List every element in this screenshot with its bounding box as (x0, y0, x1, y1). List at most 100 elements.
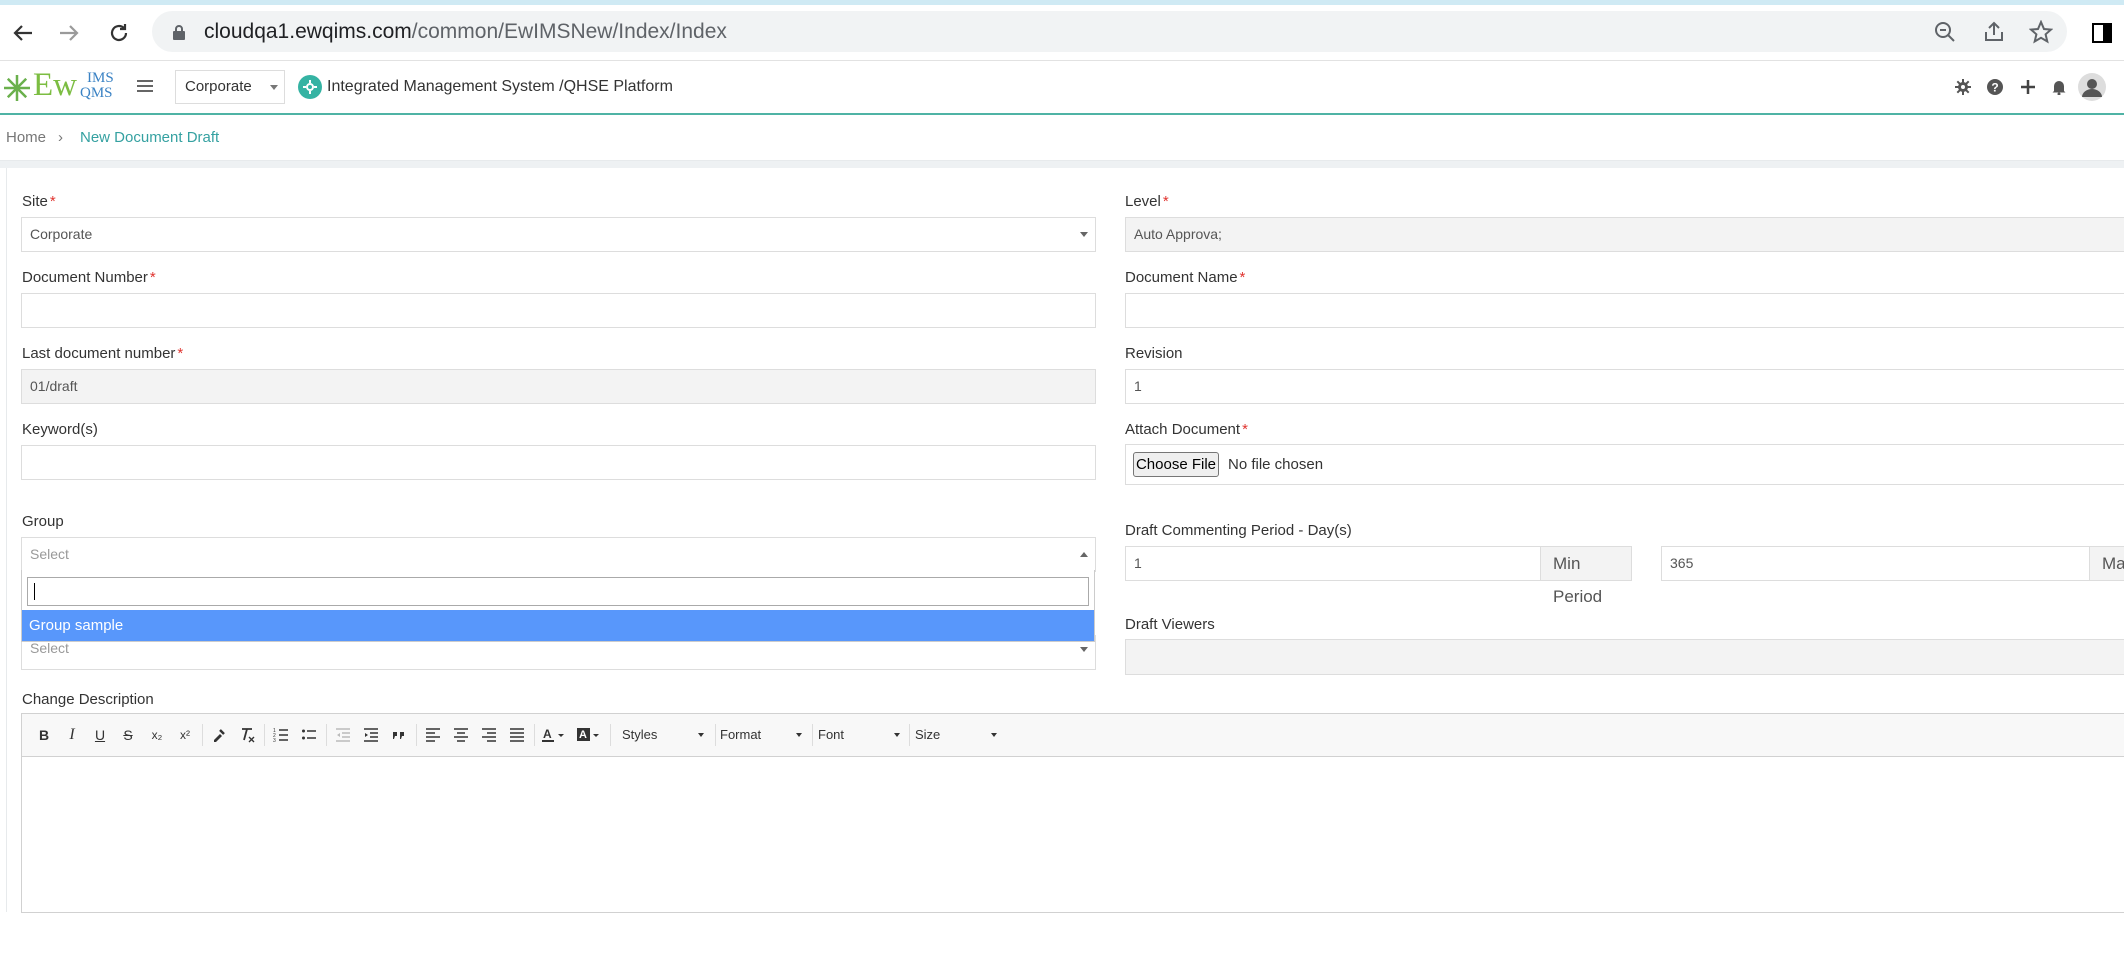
reload-icon[interactable] (103, 17, 135, 49)
align-right-icon[interactable] (478, 725, 500, 745)
superscript-button[interactable]: x² (174, 725, 196, 745)
indent-icon[interactable] (360, 725, 382, 745)
site-select-value: Corporate (30, 226, 93, 242)
logo-qms-text: QMS (80, 85, 113, 101)
draft-viewers-field[interactable] (1125, 639, 2124, 675)
document-number-label: Document Number * (22, 269, 156, 286)
bold-button[interactable]: B (34, 725, 54, 745)
attach-document-label-text: Attach Document (1125, 421, 1241, 438)
gear-icon[interactable] (1952, 76, 1974, 98)
last-document-number-value: 01/draft (30, 378, 78, 394)
help-icon[interactable]: ? (1984, 76, 2006, 98)
header-site-select[interactable]: Corporate (175, 70, 285, 104)
size-dropdown[interactable]: Size (915, 724, 997, 746)
outdent-icon[interactable] (332, 725, 354, 745)
chevron-down-icon (894, 733, 900, 737)
toolbar-separator (534, 724, 535, 746)
font-dropdown[interactable]: Font (818, 724, 900, 746)
back-icon[interactable] (7, 17, 39, 49)
chevron-down-icon (991, 733, 997, 737)
chevron-down-icon (796, 733, 802, 737)
group-select-placeholder: Select (30, 546, 69, 562)
group-select[interactable]: Select (21, 537, 1096, 572)
ewqims-logo[interactable]: Ew IMS QMS (2, 67, 120, 107)
bulleted-list-icon[interactable] (298, 725, 320, 745)
draft-max-period-input[interactable]: 365 (1661, 546, 2090, 581)
revision-label: Revision (1125, 345, 1183, 362)
breadcrumb-home-link[interactable]: Home (6, 115, 46, 160)
chevron-up-icon (1080, 552, 1088, 557)
star-icon[interactable] (2028, 19, 2054, 45)
user-avatar-icon[interactable] (2078, 73, 2106, 101)
align-center-icon[interactable] (450, 725, 472, 745)
chevron-down-icon (1080, 232, 1088, 237)
cog-badge-icon (298, 75, 322, 99)
required-mark: * (49, 193, 56, 210)
last-document-number-label: Last document number * (22, 345, 183, 362)
group-label: Group (22, 513, 64, 530)
toolbar-separator (715, 724, 716, 746)
group-dropdown: Group sample (21, 570, 1095, 642)
svg-text:A: A (543, 727, 552, 741)
choose-file-button[interactable]: Choose File (1133, 452, 1219, 477)
document-name-input[interactable] (1125, 293, 2124, 328)
breadcrumb-current[interactable]: New Document Draft (80, 115, 219, 160)
toolbar-separator (812, 724, 813, 746)
sidebar-icon[interactable] (2086, 17, 2118, 49)
numbered-list-icon[interactable]: 123 (270, 725, 292, 745)
document-number-input[interactable] (21, 293, 1096, 328)
format-dropdown[interactable]: Format (720, 724, 802, 746)
attach-document-input[interactable]: Choose File No file chosen (1125, 444, 2124, 485)
attach-document-label: Attach Document * (1125, 421, 1248, 438)
url-path: /common/EwIMSNew/Index/Index (411, 20, 727, 43)
svg-text:?: ? (1991, 81, 1998, 95)
level-label-text: Level (1125, 193, 1161, 210)
draft-min-period-value: 1 (1134, 555, 1142, 571)
content-background (0, 161, 2124, 168)
keywords-input[interactable] (21, 445, 1096, 480)
draft-period-label: Draft Commenting Period - Day(s) (1125, 522, 1352, 539)
svg-text:A: A (579, 729, 587, 741)
toolbar-separator (264, 724, 265, 746)
blockquote-icon[interactable] (388, 725, 410, 745)
group-option-group-sample[interactable]: Group sample (22, 610, 1094, 641)
app-title: Integrated Management System /QHSE Platf… (327, 78, 673, 95)
subscript-button[interactable]: x₂ (146, 725, 168, 745)
change-description-editor[interactable]: B I U S x₂ x² 123 A A Styles Format Font… (21, 713, 2124, 913)
bell-icon[interactable] (2048, 76, 2070, 98)
italic-button[interactable]: I (62, 725, 82, 745)
site-label: Site * (22, 193, 56, 210)
align-left-icon[interactable] (422, 725, 444, 745)
level-value: Auto Approva; (1134, 226, 1222, 242)
text-color-icon[interactable]: A (540, 725, 570, 745)
remove-format-icon[interactable] (236, 725, 258, 745)
lock-icon[interactable] (166, 19, 192, 45)
site-select[interactable]: Corporate (21, 217, 1096, 252)
toolbar-separator (326, 724, 327, 746)
toolbar-separator (909, 724, 910, 746)
styles-dropdown[interactable]: Styles (622, 724, 704, 746)
align-justify-icon[interactable] (506, 725, 528, 745)
draft-viewers-label: Draft Viewers (1125, 616, 1215, 633)
forward-icon[interactable] (53, 17, 85, 49)
plus-icon[interactable] (2017, 76, 2039, 98)
hamburger-menu-icon[interactable] (134, 75, 156, 97)
strikethrough-button[interactable]: S (118, 725, 138, 745)
copy-format-icon[interactable] (208, 725, 230, 745)
zoom-icon[interactable] (1932, 19, 1958, 45)
underline-button[interactable]: U (90, 725, 110, 745)
font-dropdown-label: Font (818, 727, 845, 742)
revision-input[interactable]: 1 (1125, 369, 2124, 404)
required-mark: * (1242, 421, 1248, 438)
draft-min-period-input[interactable]: 1 (1125, 546, 1541, 581)
group-search-input[interactable] (27, 577, 1089, 606)
last-document-number-label-text: Last document number (22, 345, 176, 362)
browser-toolbar: cloudqa1.ewqims.com/common/EwIMSNew/Inde… (0, 5, 2124, 61)
keywords-label: Keyword(s) (22, 421, 98, 438)
address-bar[interactable]: cloudqa1.ewqims.com/common/EwIMSNew/Inde… (152, 11, 2067, 52)
background-color-icon[interactable]: A (575, 725, 605, 745)
format-dropdown-label: Format (720, 727, 762, 742)
share-icon[interactable] (1981, 19, 2007, 45)
url-text[interactable]: cloudqa1.ewqims.com/common/EwIMSNew/Inde… (204, 11, 727, 52)
revision-value: 1 (1134, 378, 1142, 394)
